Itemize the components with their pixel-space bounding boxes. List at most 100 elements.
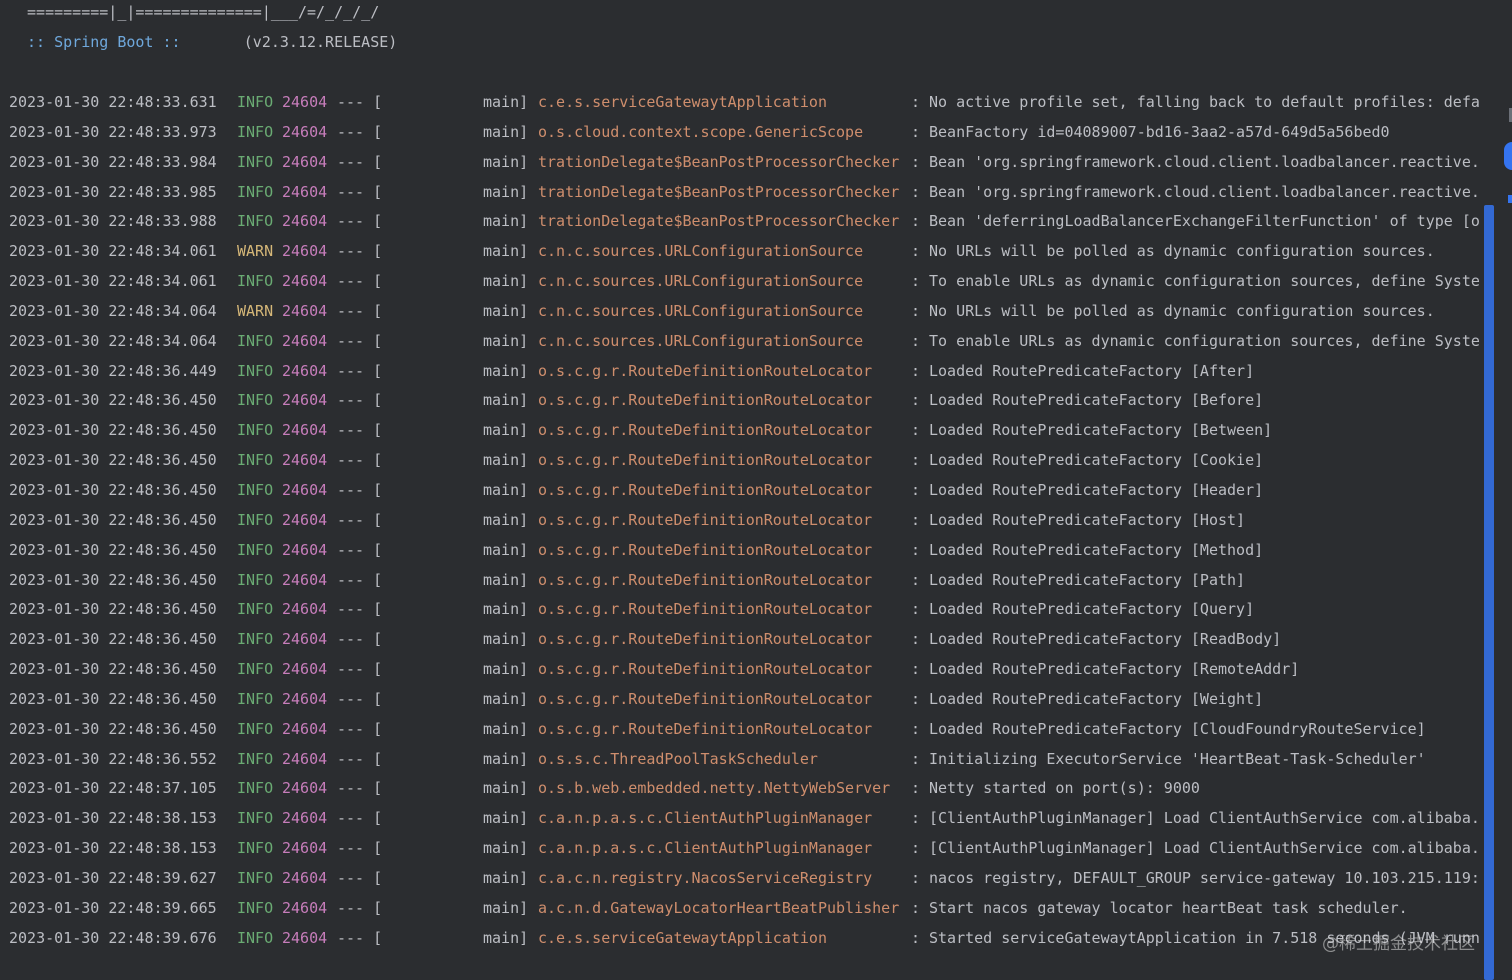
log-thread: main]: [483, 331, 529, 350]
log-message: BeanFactory id=04089007-bd16-3aa2-a57d-6…: [929, 122, 1390, 141]
log-row: 2023-01-30 22:48:36.450 INFO 24604 --- [mai…: [0, 416, 1480, 446]
log-logger: o.s.c.g.r.RouteDefinitionRouteLocator: [538, 630, 873, 649]
log-message: Initializing ExecutorService 'HeartBeat-…: [929, 749, 1426, 768]
log-message: Bean 'deferringLoadBalancerExchangeFilte…: [929, 212, 1480, 231]
log-timestamp: 2023-01-30 22:48:36.450: [9, 480, 217, 499]
log-level: INFO: [237, 928, 274, 947]
log-colon: :: [911, 451, 921, 470]
log-logger: o.s.b.web.embedded.netty.NettyWebServer: [538, 779, 891, 798]
log-separator: --- [: [337, 391, 383, 410]
log-colon: :: [911, 839, 921, 858]
log-separator: --- [: [337, 898, 383, 917]
log-separator: --- [: [337, 928, 383, 947]
log-pid: 24604: [282, 242, 328, 261]
log-thread: main]: [483, 540, 529, 559]
log-level: INFO: [237, 660, 274, 679]
log-level: INFO: [237, 152, 274, 171]
log-logger: o.s.c.g.r.RouteDefinitionRouteLocator: [538, 451, 873, 470]
log-timestamp: 2023-01-30 22:48:36.450: [9, 510, 217, 529]
console-output[interactable]: =========|_|==============|___/=/_/_/_/ …: [0, 0, 1512, 980]
log-colon: :: [911, 510, 921, 529]
log-timestamp: 2023-01-30 22:48:33.985: [9, 182, 217, 201]
log-row: 2023-01-30 22:48:36.450 INFO 24604 --- [mai…: [0, 595, 1480, 625]
log-row: 2023-01-30 22:48:36.450 INFO 24604 --- [mai…: [0, 685, 1480, 715]
log-timestamp: 2023-01-30 22:48:36.552: [9, 749, 217, 768]
log-thread: main]: [483, 928, 529, 947]
log-colon: :: [911, 719, 921, 738]
log-message: No active profile set, falling back to d…: [929, 93, 1480, 111]
log-row: 2023-01-30 22:48:38.153 INFO 24604 --- [mai…: [0, 804, 1480, 834]
log-message: Loaded RoutePredicateFactory [Host]: [929, 510, 1246, 529]
log-separator: --- [: [337, 510, 383, 529]
log-row: 2023-01-30 22:48:36.450 INFO 24604 --- [mai…: [0, 566, 1480, 596]
log-separator: --- [: [337, 660, 383, 679]
log-thread: main]: [483, 779, 529, 798]
log-level: INFO: [237, 182, 274, 201]
log-colon: :: [911, 749, 921, 768]
log-separator: --- [: [337, 451, 383, 470]
log-level: INFO: [237, 510, 274, 529]
log-row: 2023-01-30 22:48:33.631 INFO 24604 --- [mai…: [0, 88, 1480, 118]
log-level: INFO: [237, 570, 274, 589]
log-row: 2023-01-30 22:48:34.061 INFO 24604 --- [mai…: [0, 267, 1480, 297]
log-pid: 24604: [282, 122, 328, 141]
log-level: INFO: [237, 868, 274, 887]
gutter-marker-icon[interactable]: [1504, 142, 1512, 170]
log-pid: 24604: [282, 630, 328, 649]
log-level: INFO: [237, 749, 274, 768]
log-separator: --- [: [337, 839, 383, 858]
log-logger: o.s.c.g.r.RouteDefinitionRouteLocator: [538, 719, 873, 738]
log-timestamp: 2023-01-30 22:48:36.450: [9, 421, 217, 440]
log-separator: --- [: [337, 301, 383, 320]
log-level: INFO: [237, 719, 274, 738]
log-thread: main]: [483, 361, 529, 380]
log-separator: --- [: [337, 570, 383, 589]
log-message: Loaded RoutePredicateFactory [Cookie]: [929, 451, 1264, 470]
log-timestamp: 2023-01-30 22:48:36.450: [9, 451, 217, 470]
log-colon: :: [911, 540, 921, 559]
log-pid: 24604: [282, 510, 328, 529]
log-colon: :: [911, 391, 921, 410]
log-level: INFO: [237, 779, 274, 798]
log-thread: main]: [483, 660, 529, 679]
log-colon: :: [911, 242, 921, 261]
scrollbar-track[interactable]: [1484, 205, 1494, 980]
log-pid: 24604: [282, 152, 328, 171]
log-logger: o.s.s.c.ThreadPoolTaskScheduler: [538, 749, 818, 768]
log-thread: main]: [483, 839, 529, 858]
log-thread: main]: [483, 868, 529, 887]
log-timestamp: 2023-01-30 22:48:36.450: [9, 630, 217, 649]
log-level: INFO: [237, 451, 274, 470]
log-colon: :: [911, 600, 921, 619]
log-colon: :: [911, 152, 921, 171]
log-row: 2023-01-30 22:48:36.450 INFO 24604 --- [mai…: [0, 536, 1480, 566]
log-logger: o.s.c.g.r.RouteDefinitionRouteLocator: [538, 510, 873, 529]
log-logger: a.c.n.d.GatewayLocatorHeartBeatPublisher: [538, 898, 900, 917]
log-row: 2023-01-30 22:48:36.449 INFO 24604 --- [mai…: [0, 357, 1480, 387]
log-pid: 24604: [282, 301, 328, 320]
log-level: INFO: [237, 212, 274, 231]
log-logger: o.s.c.g.r.RouteDefinitionRouteLocator: [538, 660, 873, 679]
log-timestamp: 2023-01-30 22:48:36.449: [9, 361, 217, 380]
log-logger: c.a.n.p.a.s.c.ClientAuthPluginManager: [538, 839, 873, 858]
log-thread: main]: [483, 689, 529, 708]
log-row: 2023-01-30 22:48:33.973 INFO 24604 --- [mai…: [0, 118, 1480, 148]
log-message: No URLs will be polled as dynamic config…: [929, 301, 1435, 320]
log-logger: o.s.c.g.r.RouteDefinitionRouteLocator: [538, 540, 873, 559]
log-row: 2023-01-30 22:48:34.064 INFO 24604 --- [mai…: [0, 327, 1480, 357]
log-pid: 24604: [282, 93, 328, 111]
log-pid: 24604: [282, 809, 328, 828]
log-message: Loaded RoutePredicateFactory [RemoteAddr…: [929, 660, 1300, 679]
log-pid: 24604: [282, 749, 328, 768]
scrollbar-thumb[interactable]: [1484, 205, 1494, 980]
log-colon: :: [911, 122, 921, 141]
log-list: 2023-01-30 22:48:33.631 INFO 24604 --- [mai…: [0, 88, 1480, 953]
log-thread: main]: [483, 480, 529, 499]
log-row: 2023-01-30 22:48:36.450 INFO 24604 --- [mai…: [0, 506, 1480, 536]
log-timestamp: 2023-01-30 22:48:36.450: [9, 600, 217, 619]
log-logger: o.s.c.g.r.RouteDefinitionRouteLocator: [538, 600, 873, 619]
log-level: INFO: [237, 689, 274, 708]
log-thread: main]: [483, 898, 529, 917]
log-thread: main]: [483, 809, 529, 828]
log-logger: o.s.cloud.context.scope.GenericScope: [538, 122, 864, 141]
